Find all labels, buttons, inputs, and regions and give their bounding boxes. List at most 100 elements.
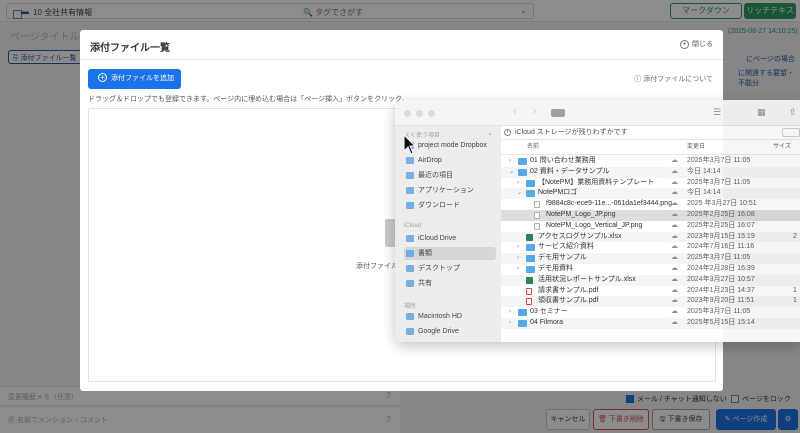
grid-view-icon[interactable]: ▦ [757,107,766,118]
file-name: アクセスログサンプル.xlsx [538,232,622,240]
list-view-icon[interactable]: ☰ [713,107,721,118]
disclosure-toggle-icon[interactable]: › [517,178,519,189]
zoom-window-dot[interactable] [428,110,435,117]
add-attachment-button[interactable]: + 添付ファイルを追加 [88,69,181,89]
close-window-dot[interactable] [404,110,411,117]
column-name[interactable]: 名前 [527,140,539,155]
sidebar-item-macintosh-hd[interactable]: Macintosh HD [404,310,496,323]
cloud-icon: ☁ [671,275,678,283]
file-row[interactable]: ⌄ NotePMロゴ ☁ 今日 14:14 [501,188,800,200]
file-row[interactable]: › 01 問い合わせ業務用 ☁ 2025年3月7日 11:05 [501,156,800,167]
png-file-icon [534,201,540,209]
file-row[interactable]: 活用状況レポートサンプル.xlsx ☁ 2024年3月27日 10:57 [501,274,800,286]
plus-icon: + [98,73,107,82]
file-name: 02 資料・データサンプル [530,167,610,175]
finder-file-list: i iCloud ストレージが残りわずかです 名前 変更日 サイズ › 01 問い… [501,126,800,342]
file-row[interactable]: › デモ用資料 ☁ 2024年2月28日 16:39 [501,264,800,275]
minimize-window-dot[interactable] [416,110,423,117]
disclosure-toggle-icon[interactable]: › [509,318,511,329]
sidebar-item-label: デスクトップ [418,265,460,272]
file-date: 2024年7月16日 11:16 [687,243,755,251]
about-attachments-link[interactable]: ⓘ 添付ファイルについて [634,74,713,84]
folder-file-icon [518,309,527,317]
folder-title-icon [551,109,565,117]
xlsx-file-icon [526,233,533,241]
desktop-icon [406,265,414,272]
file-row[interactable]: 領収書サンプル.pdf ☁ 2023年9月20日 11:51 1 [501,296,800,308]
file-row[interactable]: アクセスログサンプル.xlsx ☁ 2023年9月15日 15:19 2 [501,231,800,243]
sidebar-item-icloud-drive[interactable]: iCloud Drive [404,232,496,245]
folder-file-icon [526,255,535,263]
share-icon[interactable]: ⇧ [789,107,797,118]
disk-icon [406,313,414,320]
column-size[interactable]: サイズ [773,140,791,155]
file-row[interactable]: f9884c8c-ece9-11e...-061da1ef3444.png ☁ 20… [501,199,800,210]
disclosure-toggle-icon[interactable]: › [509,156,511,167]
file-date: 2025年5月15日 15:14 [687,318,755,326]
clock-icon [406,172,414,179]
file-row[interactable]: ⌄ 02 資料・データサンプル ☁ 今日 14:14 [501,166,800,178]
folder-file-icon [518,158,527,165]
column-modified[interactable]: 変更日 [687,140,705,155]
file-date: 2024年3月27日 10:57 [687,275,755,283]
disclosure-toggle-icon[interactable]: › [509,307,511,318]
sidebar-item-dropbox[interactable]: project mode Dropbox [404,139,496,152]
sidebar-item-label: AirDrop [418,157,442,164]
download-icon [406,202,414,209]
close-icon: + [680,40,689,49]
forward-icon[interactable]: › [533,106,536,117]
locations-section: 場所 [404,304,417,310]
file-row[interactable]: NotePM_Logo_Vertical_JP.png ☁ 2025年2月25日 1… [501,221,800,232]
file-row[interactable]: NotePM_Logo_JP.png ☁ 2025年2月25日 16:08 [501,209,800,221]
cloud-icon: ☁ [671,200,678,208]
file-size: 1 [793,286,797,294]
pdf-file-icon [526,287,532,295]
file-date: 2025年3月7日 11:05 [687,157,751,164]
folder-file-icon [526,190,535,198]
file-row[interactable]: › 03 セミナー ☁ 2025年3月7日 11:05 [501,307,800,318]
applications-icon [406,187,414,194]
file-row[interactable]: 請求書サンプル.pdf ☁ 2024年1月23日 14:37 1 [501,286,800,297]
folder-file-icon [526,244,535,252]
file-name: NotePM_Logo_JP.png [546,210,616,218]
notice-button[interactable] [782,128,800,137]
file-name: 01 問い合わせ業務用 [530,157,596,164]
sidebar-item-desktop[interactable]: デスクトップ [404,262,496,275]
disclosure-toggle-icon[interactable]: › [517,242,519,253]
sidebar-item-label: 最近の項目 [418,172,453,179]
sidebar-item-shared[interactable]: 共有 [404,277,496,290]
drag-drop-hint: ドラッグ＆ドロップでも登録できます。ページ内に埋め込む場合は「ページ挿入」ボタン… [88,96,409,103]
airdrop-icon [406,157,414,164]
back-icon[interactable]: ‹ [513,106,516,117]
finder-window[interactable]: ‹ › ☰ ▦ ⇧ よく使う項目 ⌄ project mode Dropbox … [395,100,800,342]
cloud-icon: ☁ [671,243,678,251]
sidebar-item-downloads[interactable]: ダウンロード [404,199,496,212]
file-row[interactable]: › 【NotePM】業務用資料テンプレート ☁ 2025年3月7日 11:05 [501,178,800,189]
file-row[interactable]: › サービス紹介資料 ☁ 2024年7月16日 11:16 [501,242,800,253]
disclosure-toggle-icon[interactable]: ⌄ [509,167,514,178]
disclosure-toggle-icon[interactable]: ⌄ [517,188,522,199]
file-row[interactable]: › デモ用サンプル ☁ 2025年3月7日 11:05 [501,253,800,264]
folder-file-icon [526,265,535,273]
disclosure-toggle-icon[interactable]: › [517,264,519,275]
sidebar-item-applications[interactable]: アプリケーション [404,184,496,197]
sidebar-item-documents[interactable]: 書類 [404,247,496,260]
column-headers: 名前 変更日 サイズ [501,140,800,155]
close-button[interactable]: + 閉じる [680,39,713,49]
disclosure-toggle-icon[interactable]: › [517,253,519,264]
cloud-icon: ☁ [671,210,678,218]
shared-folder-icon [406,280,414,287]
modal-title: 添付ファイル一覧 [90,43,170,54]
sidebar-item-airdrop[interactable]: AirDrop [404,154,496,167]
cloud-icon: ☁ [671,254,678,262]
sidebar-item-label: ダウンロード [418,202,460,209]
file-name: 請求書サンプル.pdf [538,286,599,294]
collapse-icon[interactable]: ⌄ [487,129,493,137]
sidebar-item-label: project mode Dropbox [418,142,487,149]
file-name: デモ用サンプル [538,254,587,262]
sidebar-item-recents[interactable]: 最近の項目 [404,169,496,182]
sidebar-item-google-drive[interactable]: Google Drive [404,325,496,338]
cloud-icon: ☁ [671,308,678,316]
mouse-cursor-icon [403,134,417,155]
file-row[interactable]: › 04 Filmora ☁ 2025年5月15日 15:14 [501,317,800,329]
